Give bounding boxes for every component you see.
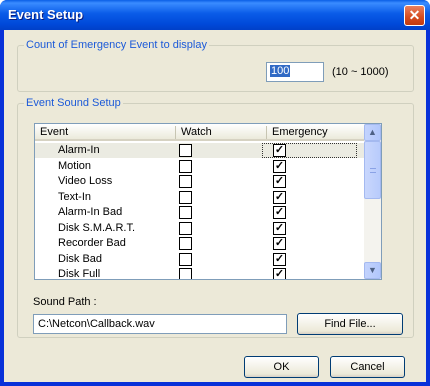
scroll-thumb[interactable] [364,141,381,199]
event-count-range: (10 ~ 1000) [332,66,389,78]
table-row[interactable]: Text-In ✓ [35,190,365,205]
emergency-checkbox[interactable]: ✓ [273,221,286,235]
ok-button[interactable]: OK [244,356,319,378]
scroll-down-button[interactable]: ▼ [364,262,381,279]
cancel-button[interactable]: Cancel [330,356,405,378]
event-count-value: 100 [270,65,291,77]
column-header-watch[interactable]: Watch [176,126,267,139]
table-row[interactable]: Disk S.M.A.R.T. ✓ [35,221,365,236]
emergency-checkbox[interactable]: ✓ [273,268,286,279]
event-count-input[interactable]: 100 [266,62,324,82]
table-row[interactable]: Disk Bad ✓ [35,252,365,267]
table-row[interactable]: Video Loss ✓ [35,174,365,189]
emergency-checkbox[interactable]: ✓ [273,144,286,157]
emergency-checkbox[interactable]: ✓ [273,190,286,204]
event-setup-window: Event Setup ✕ Count of Emergency Event t… [0,0,430,386]
table-row[interactable]: Alarm-In Bad ✓ [35,205,365,220]
close-button[interactable]: ✕ [404,5,425,26]
scroll-grip-icon [370,168,376,173]
event-name: Disk Bad [58,252,103,265]
watch-checkbox[interactable] [179,206,192,219]
watch-checkbox[interactable] [179,190,192,204]
close-icon: ✕ [408,7,421,23]
vertical-scrollbar[interactable]: ▲ ▼ [364,124,381,279]
sound-group-legend: Event Sound Setup [24,97,123,109]
event-list[interactable]: Event Watch Emergency Alarm-In ✓ Motion ✓ Vi… [34,123,382,280]
column-header-event[interactable]: Event [35,126,176,139]
watch-checkbox[interactable] [179,144,192,157]
event-name: Disk Full [58,268,101,280]
emergency-checkbox[interactable]: ✓ [273,206,286,219]
window-title: Event Setup [8,7,84,22]
watch-checkbox[interactable] [179,268,192,279]
event-name: Alarm-In Bad [58,206,123,218]
sound-path-value: C:\Netcon\Callback.wav [38,318,155,330]
sound-path-input[interactable]: C:\Netcon\Callback.wav [33,314,287,334]
title-bar[interactable]: Event Setup ✕ [0,0,430,30]
find-file-button[interactable]: Find File... [297,313,403,335]
emergency-checkbox[interactable]: ✓ [273,252,286,266]
emergency-checkbox[interactable]: ✓ [273,159,286,173]
emergency-checkbox[interactable]: ✓ [273,237,286,250]
event-name: Motion [58,159,92,172]
table-row[interactable]: Disk Full ✓ [35,267,365,280]
watch-checkbox[interactable] [179,221,192,235]
watch-checkbox[interactable] [179,175,192,188]
event-name: Disk S.M.A.R.T. [58,221,136,234]
watch-checkbox[interactable] [179,252,192,266]
watch-checkbox[interactable] [179,237,192,250]
table-row[interactable]: Alarm-In ✓ [35,143,365,158]
watch-checkbox[interactable] [179,159,192,173]
chevron-up-icon: ▲ [368,127,377,137]
count-group-legend: Count of Emergency Event to display [24,39,209,51]
table-row[interactable]: Motion ✓ [35,159,365,174]
table-row[interactable]: Recorder Bad ✓ [35,236,365,251]
event-name: Alarm-In [58,144,100,156]
column-header-emergency[interactable]: Emergency [267,126,365,139]
chevron-down-icon: ▼ [368,265,377,275]
event-name: Recorder Bad [58,237,126,249]
sound-path-label: Sound Path : [33,296,97,308]
list-header: Event Watch Emergency [35,124,365,141]
dialog-body: Count of Emergency Event to display 100 … [4,30,426,382]
scroll-up-button[interactable]: ▲ [364,124,381,141]
event-name: Video Loss [58,175,113,187]
event-name: Text-In [58,190,92,203]
emergency-checkbox[interactable]: ✓ [273,175,286,188]
